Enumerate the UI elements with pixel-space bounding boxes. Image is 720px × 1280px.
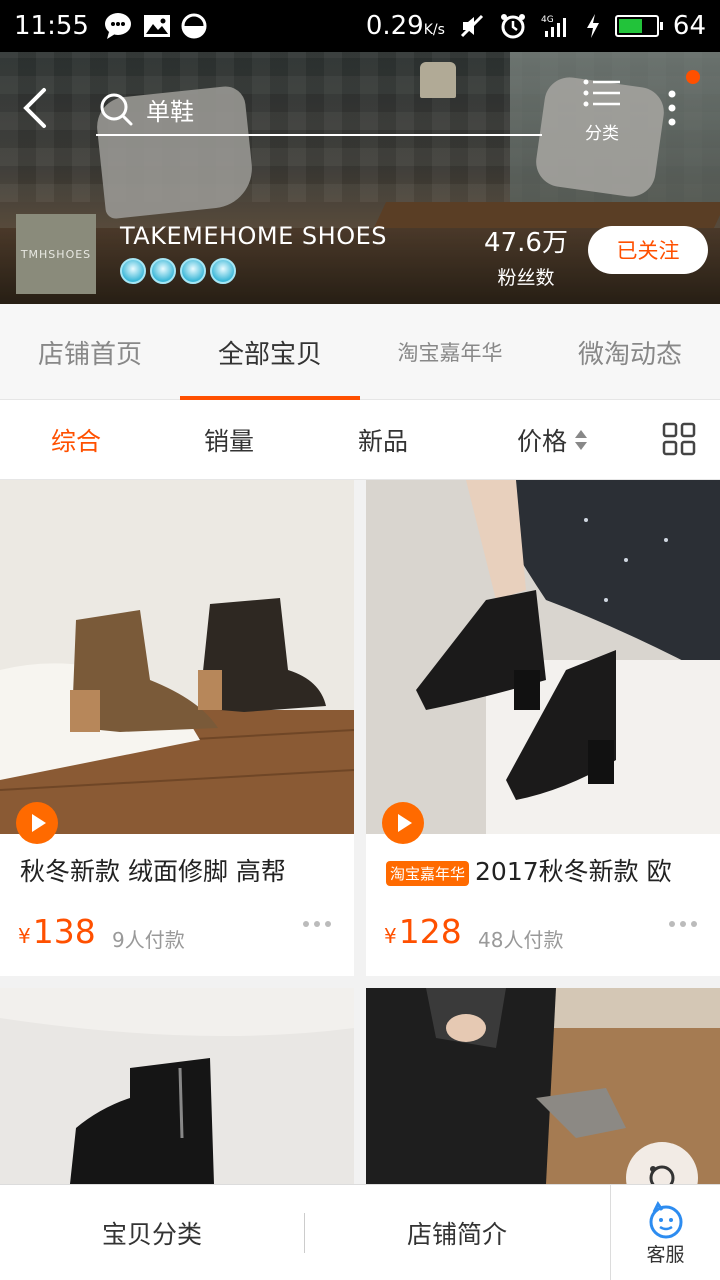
sort-price[interactable]: 价格 — [460, 422, 646, 458]
sold-count: 9人付款 — [112, 928, 185, 952]
sort-sales[interactable]: 销量 — [152, 422, 306, 458]
signal-4g-icon: 4G — [541, 13, 571, 39]
currency-symbol: ¥ — [384, 924, 397, 948]
net-speed-value: 0.29 — [365, 11, 424, 41]
shop-intro-button[interactable]: 店铺简介 — [305, 1215, 609, 1251]
sort-label: 综合 — [50, 426, 101, 456]
net-speed: 0.29K/s — [366, 11, 445, 41]
bottom-bar: 宝贝分类 店铺简介 客服 — [0, 1184, 720, 1280]
battery-icon — [614, 15, 663, 37]
category-button[interactable]: 分类 — [576, 78, 628, 148]
fans-count-label: 粉丝数 — [497, 267, 555, 289]
sold-count: 48人付款 — [478, 928, 564, 952]
fans-count-value: 47.6万 — [484, 228, 568, 258]
sort-comprehensive[interactable]: 综合 — [0, 422, 152, 458]
video-play-icon[interactable] — [16, 802, 58, 844]
more-menu-button[interactable] — [662, 86, 682, 130]
sort-arrows-icon — [575, 429, 587, 450]
sort-label: 销量 — [203, 426, 254, 456]
search-icon — [100, 93, 133, 126]
crown-icon — [210, 258, 236, 284]
product-card[interactable] — [0, 988, 354, 1184]
product-image — [0, 988, 354, 1184]
category-label: 分类 — [585, 124, 619, 144]
image-icon — [143, 14, 171, 38]
currency-symbol: ¥ — [18, 924, 31, 948]
more-vertical-icon — [668, 90, 676, 126]
sort-label: 新品 — [357, 426, 408, 456]
customer-service-icon — [649, 1200, 682, 1238]
product-title-text: 2017秋冬新款 欧 — [475, 857, 672, 886]
product-card[interactable]: 淘宝嘉年华 2017秋冬新款 欧 ¥128 48人付款 — [366, 480, 720, 976]
alarm-icon — [499, 12, 527, 40]
tab-all-items[interactable]: 全部宝贝 — [180, 304, 360, 400]
product-price: ¥138 — [18, 912, 96, 951]
product-title-text: 秋冬新款 绒面修脚 高帮 — [20, 857, 286, 886]
search-query: 单鞋 — [146, 97, 194, 126]
customer-service-button[interactable]: 客服 — [610, 1185, 720, 1280]
chevron-left-icon — [23, 88, 46, 128]
product-title: 秋冬新款 绒面修脚 高帮 — [20, 852, 350, 888]
tab-carnival[interactable]: 淘宝嘉年华 — [360, 304, 540, 400]
crown-icon — [180, 258, 206, 284]
status-system-icons: 0.29K/s 4G 64 — [366, 11, 706, 41]
product-image — [366, 480, 720, 834]
carnival-tag: 淘宝嘉年华 — [386, 860, 470, 886]
product-price: ¥128 — [384, 912, 462, 951]
net-speed-unit: K/s — [423, 22, 445, 38]
back-button[interactable] — [18, 86, 58, 130]
sort-new[interactable]: 新品 — [306, 422, 460, 458]
video-play-icon[interactable] — [382, 802, 424, 844]
status-bar: 11:55 0.29K/s 4G 64 — [0, 0, 720, 52]
product-image — [0, 480, 354, 834]
chat-bubble-icon — [103, 12, 133, 40]
product-card[interactable]: 秋冬新款 绒面修脚 高帮 ¥138 9人付款 — [0, 480, 354, 976]
half-circle-icon — [181, 13, 207, 39]
sort-bar: 综合 销量 新品 价格 — [0, 400, 720, 480]
item-category-button[interactable]: 宝贝分类 — [0, 1215, 304, 1251]
notification-dot — [686, 70, 700, 84]
shop-rating-crowns — [120, 258, 236, 284]
shop-logo-text: TMHSHOES — [20, 247, 92, 261]
shop-logo[interactable]: TMHSHOES — [16, 214, 96, 294]
price-value: 128 — [398, 912, 462, 951]
tab-weitao[interactable]: 微淘动态 — [540, 304, 720, 400]
status-time: 11:55 — [14, 11, 89, 41]
app-root: 11:55 0.29K/s 4G 64 单鞋 分类 TMHSHOES TAKEM… — [0, 0, 720, 1280]
status-notification-icons — [103, 12, 207, 40]
more-horizontal-icon[interactable] — [302, 920, 332, 928]
grid-view-icon[interactable] — [662, 422, 696, 456]
fans-count: 47.6万 粉丝数 — [476, 222, 576, 290]
list-icon — [583, 79, 620, 107]
product-title: 淘宝嘉年华 2017秋冬新款 欧 — [386, 852, 716, 888]
svg-text:4G: 4G — [541, 15, 554, 25]
tab-shop-home[interactable]: 店铺首页 — [0, 304, 180, 400]
price-value: 138 — [32, 912, 96, 951]
battery-fill — [618, 19, 642, 33]
battery-level: 64 — [672, 11, 706, 41]
shop-name: TAKEMEHOME SHOES — [120, 222, 387, 250]
search-input[interactable]: 单鞋 — [96, 84, 542, 136]
shop-tabs: 店铺首页 全部宝贝 淘宝嘉年华 微淘动态 — [0, 304, 720, 400]
crown-icon — [120, 258, 146, 284]
more-horizontal-icon[interactable] — [668, 920, 698, 928]
customer-service-label: 客服 — [646, 1243, 685, 1266]
mute-icon — [459, 13, 485, 39]
sort-label: 价格 — [516, 426, 567, 456]
charging-icon — [585, 13, 601, 39]
follow-button[interactable]: 已关注 — [588, 226, 708, 274]
crown-icon — [150, 258, 176, 284]
